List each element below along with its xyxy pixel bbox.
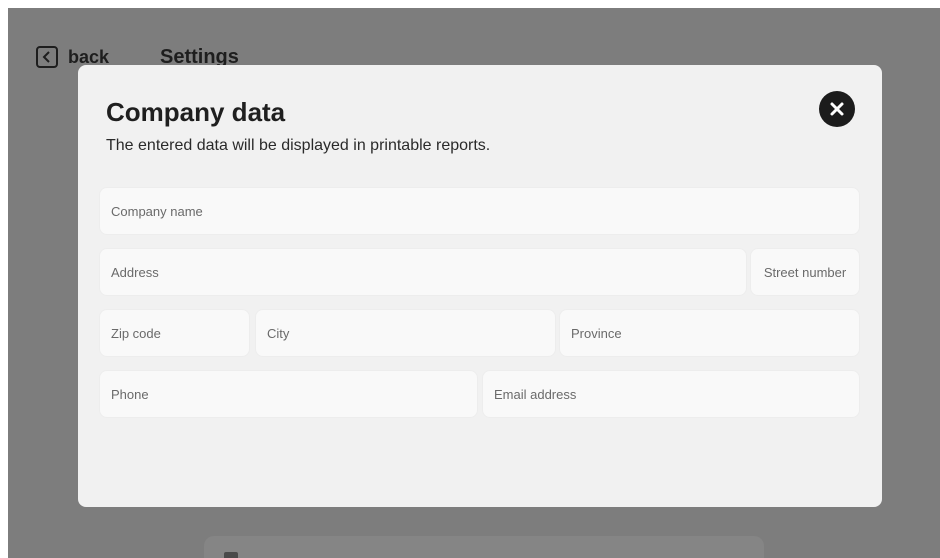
top-bar: back Settings [8,8,940,72]
background-checkbox-icon [224,552,238,558]
phone-placeholder: Phone [111,386,149,402]
email-field[interactable]: Email address [482,370,860,418]
chevron-left-icon [36,46,58,68]
close-button[interactable] [819,91,855,127]
dialog-title: Company data [106,97,286,127]
city-field[interactable]: City [255,309,556,357]
phone-field[interactable]: Phone [99,370,478,418]
company-data-dialog: Company data The entered data will be di… [78,65,882,507]
company-name-placeholder: Company name [111,203,203,219]
email-placeholder: Email address [494,386,577,402]
address-field[interactable]: Address [99,248,747,296]
street-number-field[interactable]: Street number [750,248,860,296]
dialog-subtitle: The entered data will be displayed in pr… [106,137,491,154]
city-placeholder: City [267,325,290,341]
address-placeholder: Address [111,264,159,280]
close-icon [830,102,844,116]
background-panel [204,536,764,558]
company-name-field[interactable]: Company name [99,187,860,235]
street-number-placeholder: Street number [763,264,847,280]
zip-code-field[interactable]: Zip code [99,309,250,357]
zip-code-placeholder: Zip code [111,325,161,341]
province-placeholder: Province [571,325,622,341]
province-field[interactable]: Province [559,309,860,357]
app-screen: back Settings Company data The entered d… [8,8,940,558]
